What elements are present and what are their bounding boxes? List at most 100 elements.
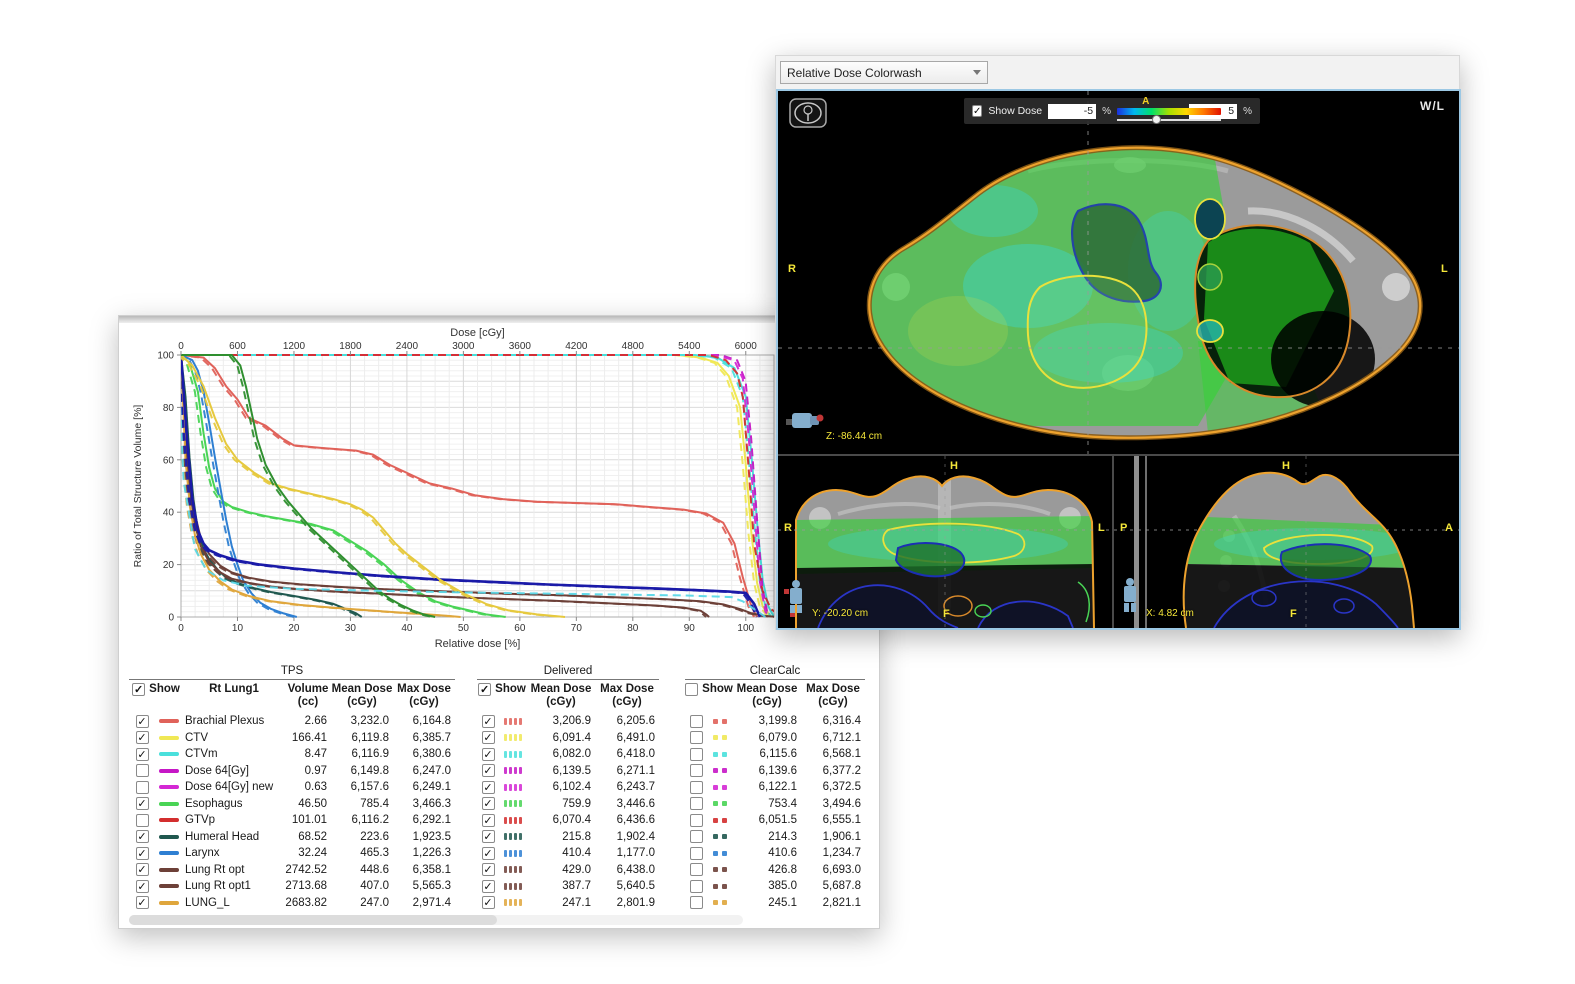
- clearcalc-style-swatch-cell: [707, 829, 733, 846]
- clearcalc-mean-column-header: Mean Dose(cGy): [733, 683, 801, 713]
- delivered-show-checkbox[interactable]: [482, 781, 495, 794]
- clearcalc-show-checkbox[interactable]: [690, 797, 703, 810]
- colorwash-mode-dropdown[interactable]: Relative Dose Colorwash: [780, 61, 988, 84]
- spacer: [455, 683, 477, 713]
- tps-color-swatch: [159, 785, 179, 789]
- clearcalc-show-header-checkbox[interactable]: [685, 683, 698, 696]
- tps-show-checkbox[interactable]: [136, 748, 149, 761]
- delivered-style-swatch: [504, 850, 522, 857]
- orientation-label-head: H: [1282, 460, 1290, 472]
- volume-value: 8.47: [285, 746, 331, 763]
- delivered-show-checkbox[interactable]: [482, 731, 495, 744]
- tps-mean-value: 6,157.6: [331, 779, 393, 796]
- clearcalc-show-checkbox[interactable]: [690, 896, 703, 909]
- delivered-max-value: 1,902.4: [595, 829, 659, 846]
- clearcalc-style-swatch: [713, 851, 727, 856]
- spacer: [659, 713, 685, 730]
- clearcalc-mean-value: 6,079.0: [733, 730, 801, 747]
- clearcalc-show-checkbox[interactable]: [690, 715, 703, 728]
- delivered-show-header-checkbox[interactable]: [478, 683, 491, 696]
- tps-show-checkbox-cell: [129, 730, 155, 747]
- spacer: [659, 763, 685, 780]
- clearcalc-show-checkbox[interactable]: [690, 814, 703, 827]
- gtv-contour-navy: [1281, 544, 1371, 580]
- clearcalc-show-checkbox[interactable]: [690, 863, 703, 876]
- delivered-show-checkbox[interactable]: [482, 715, 495, 728]
- delivered-show-checkbox-cell: [477, 746, 499, 763]
- window-level-button[interactable]: W/L: [1420, 99, 1445, 113]
- tps-max-value: 1,226.3: [393, 845, 455, 862]
- tps-show-header-checkbox[interactable]: [132, 683, 145, 696]
- tps-show-checkbox[interactable]: [136, 797, 149, 810]
- tps-max-value: 6,247.0: [393, 763, 455, 780]
- delivered-show-checkbox[interactable]: [482, 814, 495, 827]
- show-label: Show: [149, 683, 180, 695]
- clearcalc-mean-value: 3,199.8: [733, 713, 801, 730]
- tps-show-checkbox[interactable]: [136, 731, 149, 744]
- coronal-view[interactable]: H R L F Y: -20.20 cm: [778, 456, 1112, 628]
- tps-color-swatch-cell: [155, 763, 183, 780]
- tps-color-swatch: [159, 719, 179, 723]
- delivered-style-swatch-cell: [499, 763, 527, 780]
- structure-name: Lung Rt opt1: [183, 878, 285, 895]
- show-dose-checkbox[interactable]: [972, 105, 982, 117]
- percent-label: %: [1243, 106, 1252, 117]
- show-label: Show: [702, 683, 733, 695]
- delivered-show-checkbox[interactable]: [482, 830, 495, 843]
- dose-display-toolbar: Show Dose % A %: [964, 98, 1260, 124]
- tps-max-value: 6,292.1: [393, 812, 455, 829]
- clearcalc-show-checkbox[interactable]: [690, 731, 703, 744]
- tps-color-swatch: [159, 835, 179, 839]
- svg-text:40: 40: [401, 623, 413, 634]
- dose-min-input[interactable]: [1048, 104, 1096, 119]
- tps-show-checkbox[interactable]: [136, 880, 149, 893]
- clearcalc-show-checkbox[interactable]: [690, 764, 703, 777]
- horizontal-scrollbar-thumb[interactable]: [129, 915, 497, 925]
- clearcalc-show-header: Show: [685, 683, 733, 713]
- volume-value: 2742.52: [285, 862, 331, 879]
- spacer: [659, 730, 685, 747]
- svg-text:600: 600: [229, 341, 246, 352]
- tps-max-value: 6,164.8: [393, 713, 455, 730]
- tps-show-checkbox-cell: [129, 862, 155, 879]
- delivered-show-checkbox[interactable]: [482, 863, 495, 876]
- spacer: [455, 763, 477, 780]
- tps-show-checkbox[interactable]: [136, 814, 149, 827]
- clearcalc-show-checkbox[interactable]: [690, 748, 703, 761]
- clearcalc-show-checkbox[interactable]: [690, 830, 703, 843]
- tps-show-checkbox[interactable]: [136, 830, 149, 843]
- sagittal-view[interactable]: H P A F X: 4.82 cm: [1114, 456, 1459, 628]
- clearcalc-show-checkbox-cell: [685, 895, 707, 912]
- clearcalc-show-checkbox-cell: [685, 878, 707, 895]
- tps-max-value: 2,971.4: [393, 895, 455, 912]
- tps-mean-value: 465.3: [331, 845, 393, 862]
- tps-show-checkbox[interactable]: [136, 896, 149, 909]
- tps-show-checkbox[interactable]: [136, 764, 149, 777]
- svg-text:80: 80: [163, 403, 175, 414]
- delivered-show-checkbox[interactable]: [482, 764, 495, 777]
- delivered-show-checkbox[interactable]: [482, 797, 495, 810]
- tps-show-checkbox[interactable]: [136, 781, 149, 794]
- clearcalc-show-checkbox[interactable]: [690, 781, 703, 794]
- delivered-show-checkbox[interactable]: [482, 748, 495, 761]
- clearcalc-show-checkbox-cell: [685, 730, 707, 747]
- tps-show-checkbox[interactable]: [136, 715, 149, 728]
- delivered-show-checkbox[interactable]: [482, 896, 495, 909]
- delivered-show-header: Show: [477, 683, 527, 713]
- axial-view[interactable]: R L Z: -86.44 cm W/L Show Dose % A: [778, 91, 1459, 454]
- clearcalc-style-swatch-cell: [707, 796, 733, 813]
- svg-text:30: 30: [345, 623, 357, 634]
- tps-show-checkbox[interactable]: [136, 847, 149, 860]
- svg-text:2400: 2400: [396, 341, 419, 352]
- tps-show-checkbox[interactable]: [136, 863, 149, 876]
- delivered-show-checkbox[interactable]: [482, 847, 495, 860]
- spacer: [659, 779, 685, 796]
- spacer: [659, 878, 685, 895]
- tps-color-swatch-cell: [155, 730, 183, 747]
- clearcalc-show-checkbox[interactable]: [690, 847, 703, 860]
- delivered-show-checkbox[interactable]: [482, 880, 495, 893]
- clearcalc-show-checkbox[interactable]: [690, 880, 703, 893]
- dose-slider-thumb[interactable]: [1152, 115, 1161, 124]
- delivered-style-swatch-cell: [499, 796, 527, 813]
- clearcalc-max-value: 6,372.5: [801, 779, 865, 796]
